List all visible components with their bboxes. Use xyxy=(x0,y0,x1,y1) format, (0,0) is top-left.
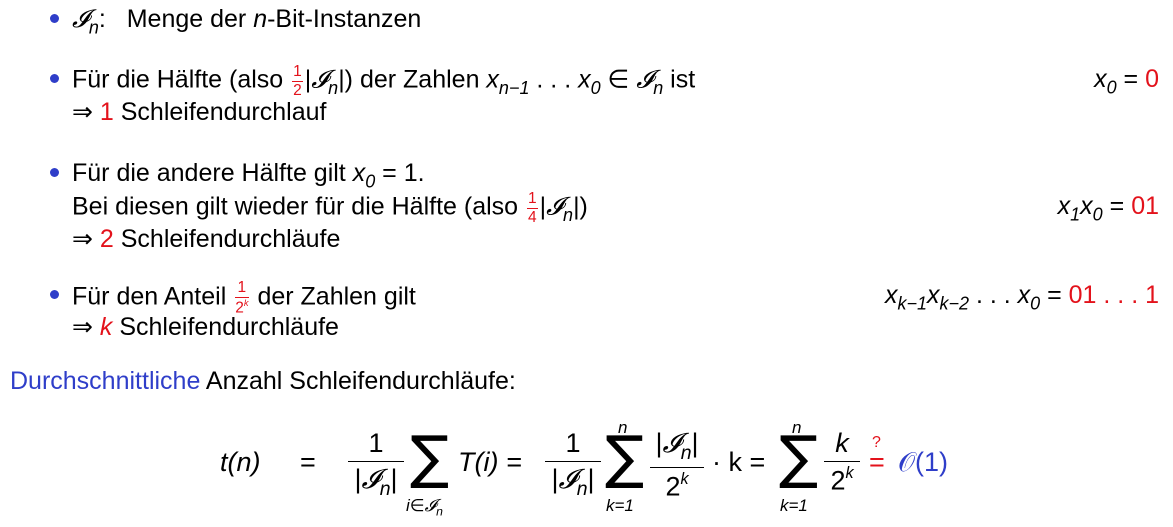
item-1: 𝓘n: Menge der n-Bit-Instanzen xyxy=(72,4,422,38)
fraction-one-over-cardinality: 1 |𝓘n| xyxy=(348,428,404,501)
sum-symbol: ∑ xyxy=(779,423,819,491)
item-4-line-1: Für den Anteil 1 2k der Zahlen gilt xyxy=(72,279,416,316)
set-symbol: 𝓘 xyxy=(72,4,89,33)
fraction-one-over-two-power-k: 1 2k xyxy=(235,279,249,316)
summary-heading: Durchschnittliche Anzahl Schleifendurchl… xyxy=(10,367,516,395)
bullet-marker xyxy=(50,74,59,83)
fraction-one-over-cardinality: 1 |𝓘n| xyxy=(545,428,601,501)
item-2-line-2: ⇒ 1 Schleifendurchlauf xyxy=(72,98,327,126)
sum-symbol: ∑ xyxy=(605,423,645,491)
formula-term-T: T(i) = xyxy=(458,447,522,477)
item-3-condition: x1x0 = 01 xyxy=(1057,192,1159,225)
question-equals: = xyxy=(869,447,885,477)
fraction-k-over-two-power-k: k 2k xyxy=(824,428,860,496)
sum-lower-limit: k=1 xyxy=(606,496,634,515)
sum-symbol: ∑ xyxy=(410,423,450,491)
item-2-condition: x0 = 0 xyxy=(1094,65,1159,98)
average-formula: t(n) = 1 |𝓘n| ∑ i∈𝓘n T(i) = 1 |𝓘n| n ∑ k… xyxy=(220,418,980,520)
item-3-line-3: ⇒ 2 Schleifendurchläufe xyxy=(72,225,341,253)
item-4-line-2: ⇒ k Schleifendurchläufe xyxy=(72,313,339,341)
formula-lhs: t(n) xyxy=(220,447,261,477)
item-4-condition: xk−1xk−2 . . . x0 = 01 . . . 1 xyxy=(884,281,1159,314)
big-o-term: 𝒪(1) xyxy=(898,447,949,477)
formula-equals: = xyxy=(300,447,316,477)
formula-times-k: · k = xyxy=(712,447,766,477)
sum-lower-limit: i∈𝓘n xyxy=(406,496,443,519)
fraction-cardinality-over-two-power-k: |𝓘n| 2k xyxy=(650,428,704,502)
fraction-one-half: 12 xyxy=(292,63,303,99)
bullet-marker xyxy=(50,168,59,177)
fraction-one-quarter: 14 xyxy=(527,190,538,226)
sum-lower-limit: k=1 xyxy=(780,496,808,515)
bullet-marker xyxy=(50,14,59,23)
bullet-marker xyxy=(50,290,59,299)
